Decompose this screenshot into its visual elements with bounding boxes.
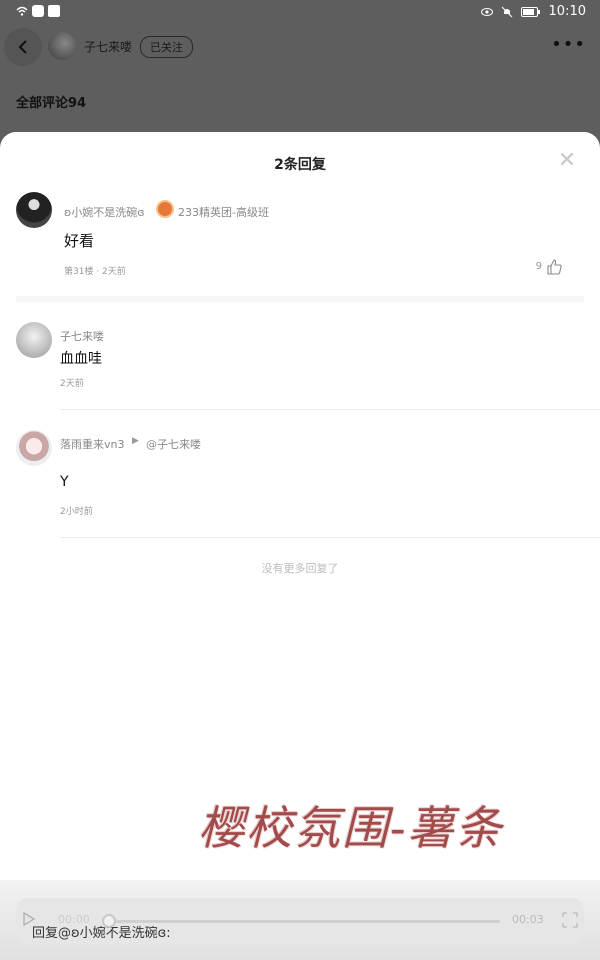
progress-track[interactable]: [108, 920, 500, 923]
status-bar: 10:10: [0, 0, 600, 24]
reply-meta: 2小时前: [60, 507, 93, 517]
author-avatar[interactable]: [48, 32, 76, 60]
back-button[interactable]: [4, 28, 42, 66]
comment-meta: 第31楼 · 2天前: [64, 267, 126, 277]
reply-input-placeholder[interactable]: 回复@ʚ小婉不是洗碗ɞ:: [32, 922, 171, 941]
fullscreen-icon[interactable]: [562, 912, 578, 928]
progress-knob[interactable]: [102, 914, 116, 928]
current-time: 00:00: [58, 913, 90, 926]
reply-meta: 2天前: [60, 379, 84, 389]
reply-to-user[interactable]: @子七来喽: [146, 436, 201, 452]
main-comment: ʚ小婉不是洗碗ɞ 233精英团-高级班 好看 第31楼 · 2天前 9: [0, 188, 600, 298]
author-name[interactable]: 子七来喽: [84, 38, 132, 55]
comment-text[interactable]: 好看: [64, 230, 94, 251]
battery-icon: [520, 6, 540, 17]
avatar[interactable]: [16, 192, 52, 228]
message-icon: [48, 5, 60, 17]
more-menu-icon[interactable]: •••: [551, 34, 586, 55]
status-right-icons: 10:10: [480, 4, 586, 19]
follow-button[interactable]: 已关注: [140, 36, 193, 58]
reply-text[interactable]: 血血哇: [60, 348, 102, 368]
close-icon[interactable]: ✕: [556, 150, 578, 172]
app-notification-icon: [32, 5, 44, 17]
status-left-icons: [16, 5, 60, 17]
section-divider: [16, 296, 584, 302]
reply-username[interactable]: 子七来喽: [60, 328, 104, 344]
reply-divider: [60, 409, 600, 410]
replies-sheet: 2条回复 ✕ ʚ小婉不是洗碗ɞ 233精英团-高级班 好看 第31楼 · 2天前…: [0, 132, 600, 960]
sheet-title: 2条回复: [274, 157, 326, 173]
wifi-icon: [16, 6, 28, 16]
thumbs-up-icon[interactable]: [546, 259, 562, 275]
no-more-replies: 没有更多回复了: [261, 562, 339, 575]
reply-divider: [60, 537, 600, 538]
reply-text[interactable]: Y: [60, 474, 69, 490]
play-icon[interactable]: [22, 912, 36, 926]
like-count: 9: [535, 261, 542, 272]
reply-username[interactable]: 落雨重来vn3: [60, 436, 124, 452]
status-time: 10:10: [548, 4, 586, 19]
comment-username[interactable]: ʚ小婉不是洗碗ɞ: [64, 204, 145, 220]
avatar[interactable]: [16, 322, 52, 358]
page-header: 子七来喽 已关注 •••: [0, 26, 600, 70]
bottom-bar: 回复@ʚ小婉不是洗碗ɞ: 00:00 00:03: [0, 880, 600, 960]
back-arrow-icon: [18, 40, 27, 54]
reply-item: 子七来喽 血血哇 2天前: [0, 318, 600, 410]
mute-bell-icon: [501, 6, 512, 17]
reply-to-arrow-icon: ▶: [132, 436, 139, 446]
user-badge-label: 233精英团-高级班: [178, 206, 269, 219]
comments-title: 全部评论94: [16, 96, 87, 111]
total-time: 00:03: [512, 913, 544, 926]
badge-icon: [156, 200, 174, 218]
reply-item: 落雨重来vn3 ▶ @子七来喽 Y 2小时前: [0, 426, 600, 538]
watermark: 樱校氛围-薯条: [198, 801, 504, 855]
eye-icon: [480, 7, 493, 16]
avatar[interactable]: [16, 430, 52, 466]
